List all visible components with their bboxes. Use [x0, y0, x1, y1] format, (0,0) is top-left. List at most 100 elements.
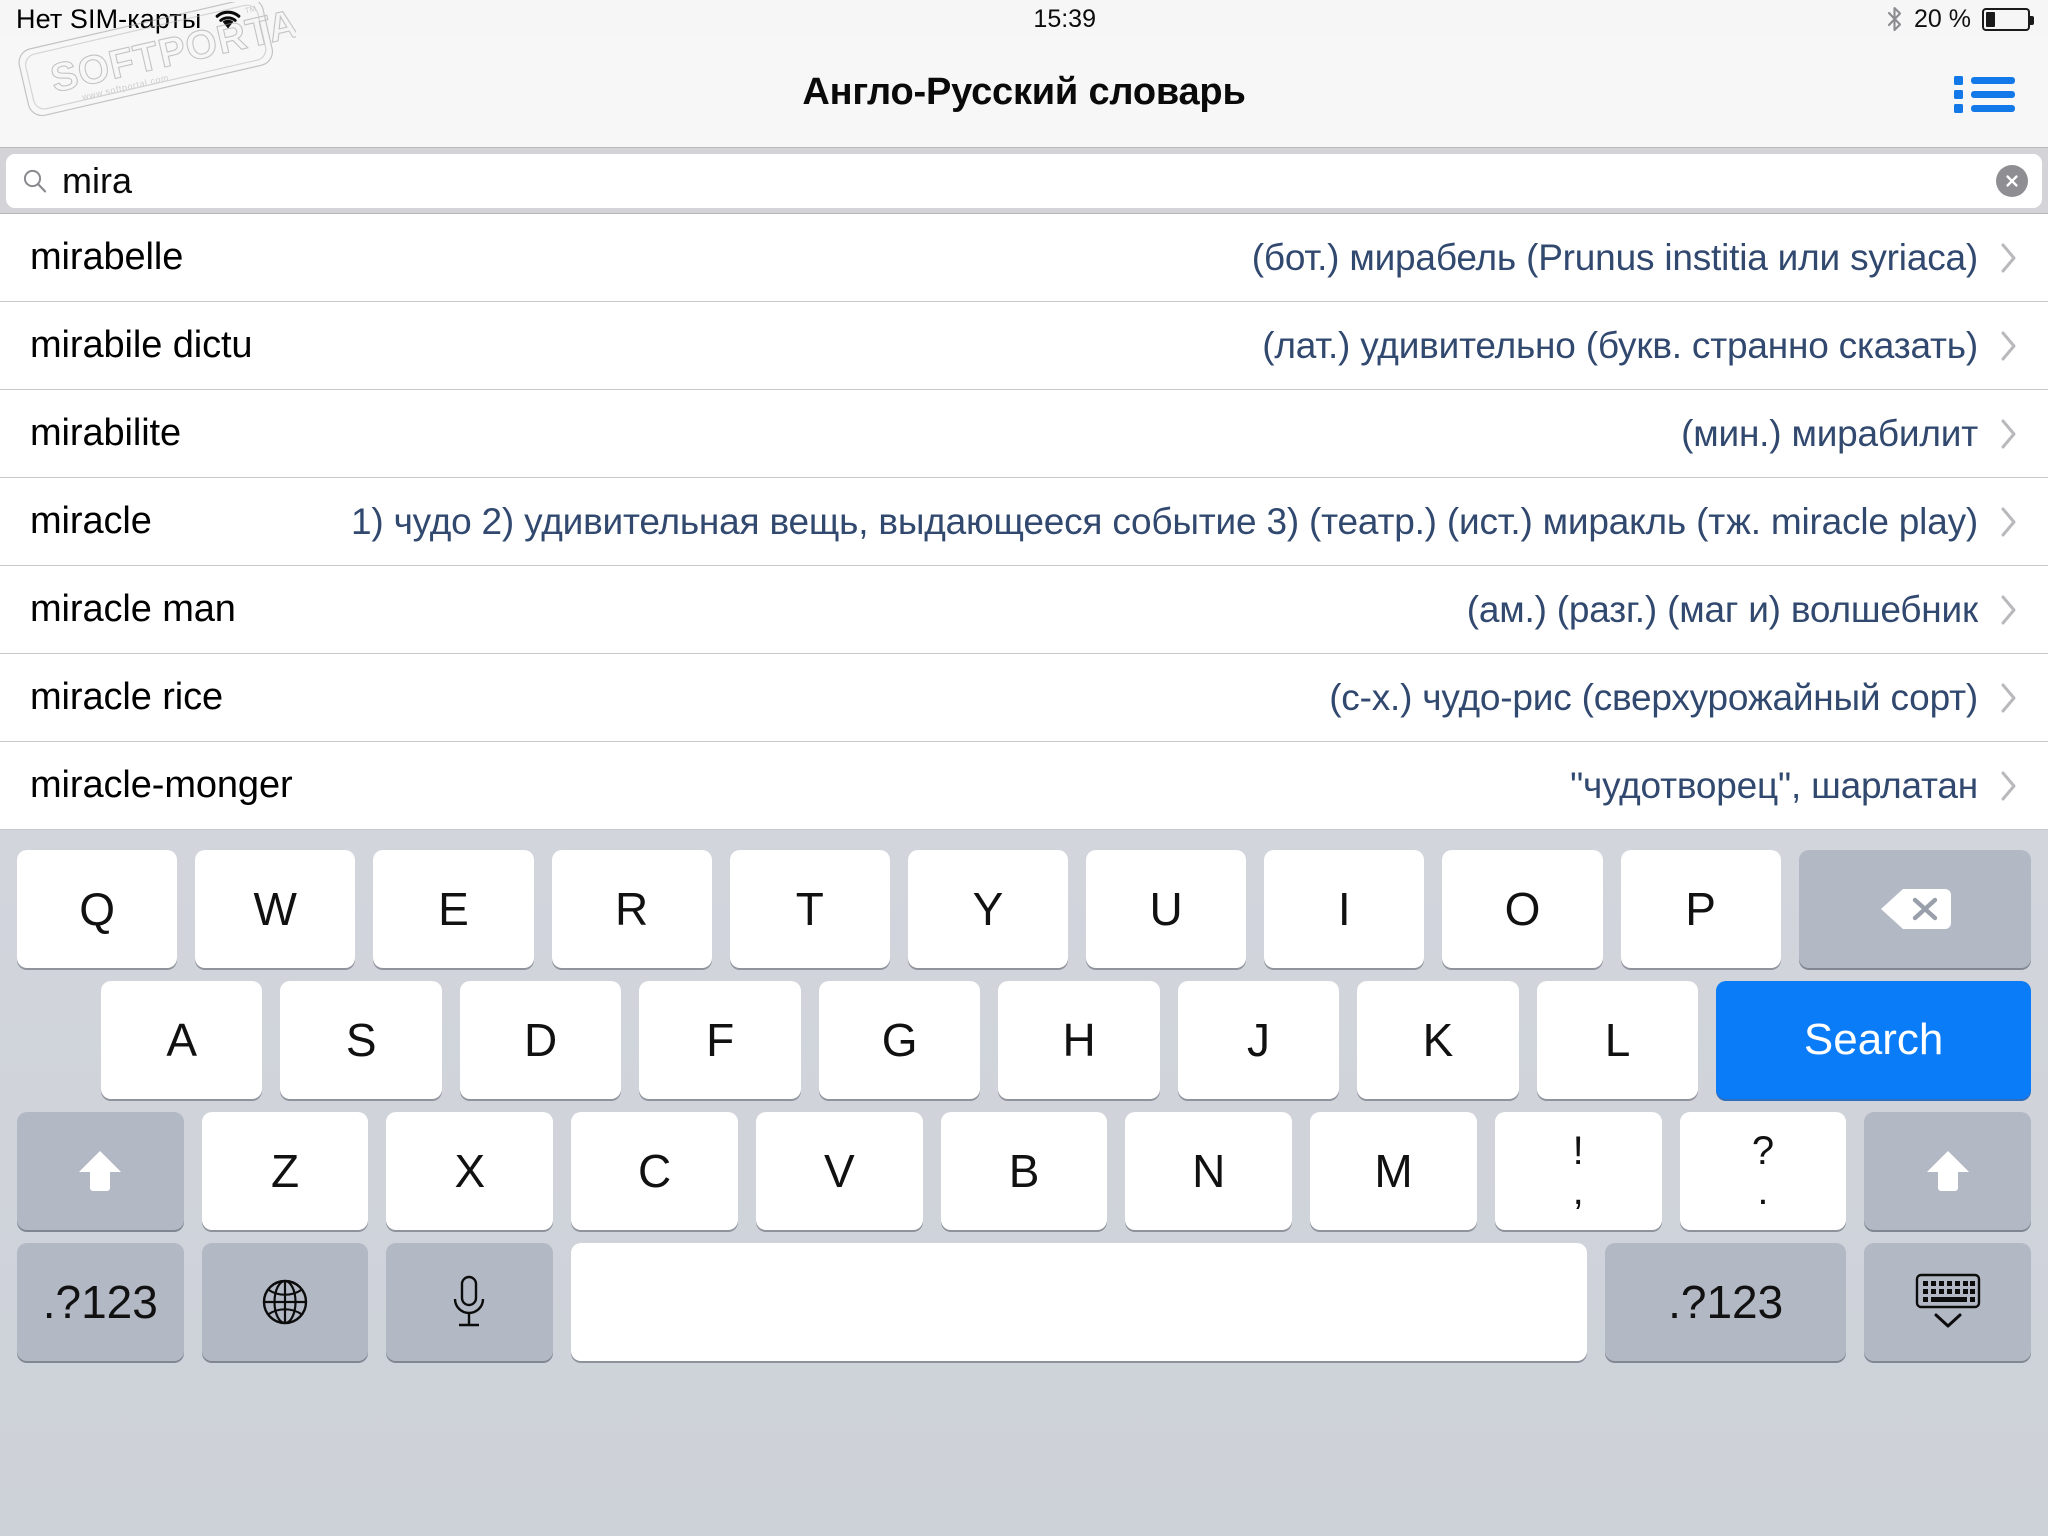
- entry-translation: (с-х.) чудо-рис (сверхурожайный сорт): [1329, 676, 1978, 718]
- key-question-label: ?: [1751, 1129, 1775, 1173]
- entry-term: mirabelle: [30, 236, 184, 278]
- key-r[interactable]: R: [551, 850, 712, 968]
- key-q[interactable]: Q: [17, 850, 178, 968]
- chevron-right-icon: [1992, 681, 2026, 715]
- navigation-bar: Англо-Русский словарь: [0, 38, 2048, 148]
- key-exclamation-comma[interactable]: ! ,: [1494, 1112, 1662, 1230]
- chevron-right-icon: [1992, 505, 2026, 539]
- entry-term: miracle rice: [30, 676, 224, 718]
- entry-translation: 1) чудо 2) удивительная вещь, выдающееся…: [350, 500, 1978, 542]
- list-menu-icon-svg: [1954, 75, 2015, 113]
- entry-translation: "чудотворец", шарлатан: [1570, 764, 1978, 806]
- key-s[interactable]: S: [280, 981, 442, 1099]
- key-h[interactable]: H: [998, 981, 1160, 1099]
- key-g[interactable]: G: [818, 981, 981, 1099]
- clear-circle-icon[interactable]: [1996, 164, 2028, 197]
- table-row[interactable]: miracle-monger "чудотворец", шарлатан: [0, 742, 2048, 830]
- key-k[interactable]: K: [1357, 981, 1519, 1099]
- key-i[interactable]: I: [1264, 850, 1425, 968]
- key-t[interactable]: T: [729, 850, 890, 968]
- key-d[interactable]: D: [459, 981, 622, 1099]
- key-y[interactable]: Y: [907, 850, 1069, 968]
- keyboard-row-4: .?123 .?123: [0, 1230, 2048, 1361]
- shift-up-glyph: [1926, 1151, 1969, 1191]
- carrier-label: Нет SIM-карты: [16, 3, 202, 34]
- keyboard-row-3: Z X C V B N M ! , ? .: [0, 1099, 2048, 1230]
- search-results-list[interactable]: mirabelle (бот.) мирабель (Prunus instit…: [0, 214, 2048, 830]
- list-menu-icon[interactable]: [1948, 65, 2020, 121]
- entry-term: miracle-monger: [30, 764, 293, 806]
- shift-left-icon[interactable]: [17, 1112, 184, 1230]
- microphone-icon[interactable]: [386, 1243, 553, 1361]
- chevron-right-glyph: [2001, 683, 2016, 712]
- table-row[interactable]: miracle man (ам.) (разг.) (маг и) волшеб…: [0, 566, 2048, 654]
- key-c[interactable]: C: [571, 1112, 738, 1230]
- keyboard-row-2: A S D F G H J K L Search: [0, 968, 2048, 1099]
- key-a[interactable]: A: [101, 981, 263, 1099]
- wifi-icon: [213, 8, 243, 30]
- key-v[interactable]: V: [755, 1112, 923, 1230]
- numbers-key-left[interactable]: .?123: [17, 1243, 184, 1361]
- chevron-right-icon: [1992, 241, 2026, 275]
- key-l[interactable]: L: [1536, 981, 1699, 1099]
- shift-right-icon[interactable]: [1864, 1112, 2032, 1230]
- table-row[interactable]: mirabilite (мин.) мирабилит: [0, 390, 2048, 478]
- table-row[interactable]: miracle rice (с-х.) чудо-рис (сверхурожа…: [0, 654, 2048, 742]
- table-row[interactable]: mirabelle (бот.) мирабель (Prunus instit…: [0, 214, 2048, 302]
- dismiss-keyboard-icon[interactable]: [1864, 1243, 2031, 1361]
- globe-glyph: [262, 1279, 308, 1325]
- search-button[interactable]: Search: [1716, 981, 2032, 1099]
- key-x[interactable]: X: [386, 1112, 554, 1230]
- onscreen-keyboard: Q W E R T Y U I O P A S D F G H J K L Se…: [0, 830, 2048, 1536]
- key-z[interactable]: Z: [201, 1112, 369, 1230]
- key-o[interactable]: O: [1442, 850, 1603, 968]
- globe-icon[interactable]: [201, 1243, 369, 1361]
- entry-translation: (ам.) (разг.) (маг и) волшебник: [1466, 588, 1978, 630]
- chevron-right-icon: [1992, 769, 2026, 803]
- key-b[interactable]: B: [940, 1112, 1108, 1230]
- wifi-icon-svg: [216, 10, 241, 29]
- key-period-label: .: [1757, 1169, 1769, 1213]
- search-input[interactable]: mira: [6, 153, 2042, 208]
- key-f[interactable]: F: [639, 981, 801, 1099]
- backspace-glyph: [1880, 889, 1951, 929]
- key-u[interactable]: U: [1086, 850, 1247, 968]
- status-bar-right: 20 %: [1886, 5, 2048, 34]
- chevron-right-icon: [1992, 593, 2026, 627]
- key-w[interactable]: W: [195, 850, 356, 968]
- clear-x-glyph: [2006, 174, 2018, 187]
- key-e[interactable]: E: [373, 850, 534, 968]
- table-row[interactable]: mirabile dictu (лат.) удивительно (букв.…: [0, 302, 2048, 390]
- dictionary-app-screen: Нет SIM-карты 15:39 20 % SOFTPORTAL www.…: [0, 0, 2048, 1536]
- entry-term: mirabile dictu: [30, 324, 253, 366]
- key-exclamation-label: !: [1572, 1129, 1584, 1173]
- key-m[interactable]: M: [1310, 1112, 1477, 1230]
- numbers-key-right[interactable]: .?123: [1604, 1243, 1847, 1361]
- key-question-period[interactable]: ? .: [1679, 1112, 1847, 1230]
- chevron-right-glyph: [2001, 419, 2016, 448]
- key-j[interactable]: J: [1177, 981, 1340, 1099]
- entry-term: mirabilite: [30, 412, 182, 454]
- status-bar-clock: 15:39: [1033, 4, 1096, 33]
- space-key[interactable]: [570, 1243, 1587, 1361]
- battery-fill: [1986, 11, 1995, 27]
- search-icon: [23, 169, 47, 192]
- battery-icon: [1982, 7, 2034, 31]
- shift-up-glyph: [79, 1151, 122, 1191]
- chevron-right-glyph: [2001, 595, 2016, 624]
- key-p[interactable]: P: [1620, 850, 1781, 968]
- chevron-right-glyph: [2001, 331, 2016, 360]
- backspace-icon[interactable]: [1798, 850, 2031, 968]
- entry-translation: (бот.) мирабель (Prunus institia или syr…: [1251, 236, 1978, 278]
- microphone-glyph: [454, 1275, 485, 1327]
- dismiss-keyboard-glyph: [1915, 1273, 1980, 1328]
- chevron-right-glyph: [2001, 243, 2016, 272]
- chevron-right-icon: [1992, 329, 2026, 363]
- table-row[interactable]: miracle 1) чудо 2) удивительная вещь, вы…: [0, 478, 2048, 566]
- key-n[interactable]: N: [1125, 1112, 1293, 1230]
- chevron-right-glyph: [2001, 507, 2016, 536]
- entry-translation: (лат.) удивительно (букв. странно сказат…: [1262, 324, 1978, 366]
- search-bar: mira: [0, 148, 2048, 214]
- key-comma-label: ,: [1572, 1169, 1584, 1213]
- entry-term: miracle man: [30, 588, 236, 630]
